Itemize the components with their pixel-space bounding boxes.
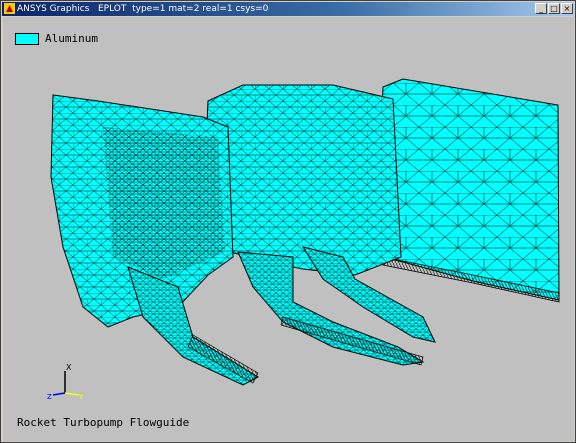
title-bar[interactable]: ANSYS Graphics EPLOT type=1 mat=2 real=1…	[2, 2, 574, 16]
triad-z-label: Z	[47, 393, 52, 401]
triad-y-label: Y	[78, 393, 84, 401]
maximize-button[interactable]: □	[548, 3, 560, 14]
outlet-section	[374, 78, 560, 303]
close-button[interactable]: ×	[561, 3, 573, 14]
window-title: ANSYS Graphics EPLOT type=1 mat=2 real=1…	[17, 4, 269, 14]
graphics-viewport[interactable]: Aluminum X Y Z Rocket Turbopump Flowguid…	[3, 17, 574, 441]
triad-x-label: X	[66, 363, 72, 372]
minimize-button[interactable]: _	[535, 3, 547, 14]
flowguide-mesh-model	[50, 78, 560, 386]
ansys-graphics-window: ANSYS Graphics EPLOT type=1 mat=2 real=1…	[0, 0, 576, 443]
coordinate-triad: X Y Z	[47, 363, 84, 401]
ansys-app-icon	[4, 3, 15, 14]
plot-caption: Rocket Turbopump Flowguide	[17, 416, 190, 429]
